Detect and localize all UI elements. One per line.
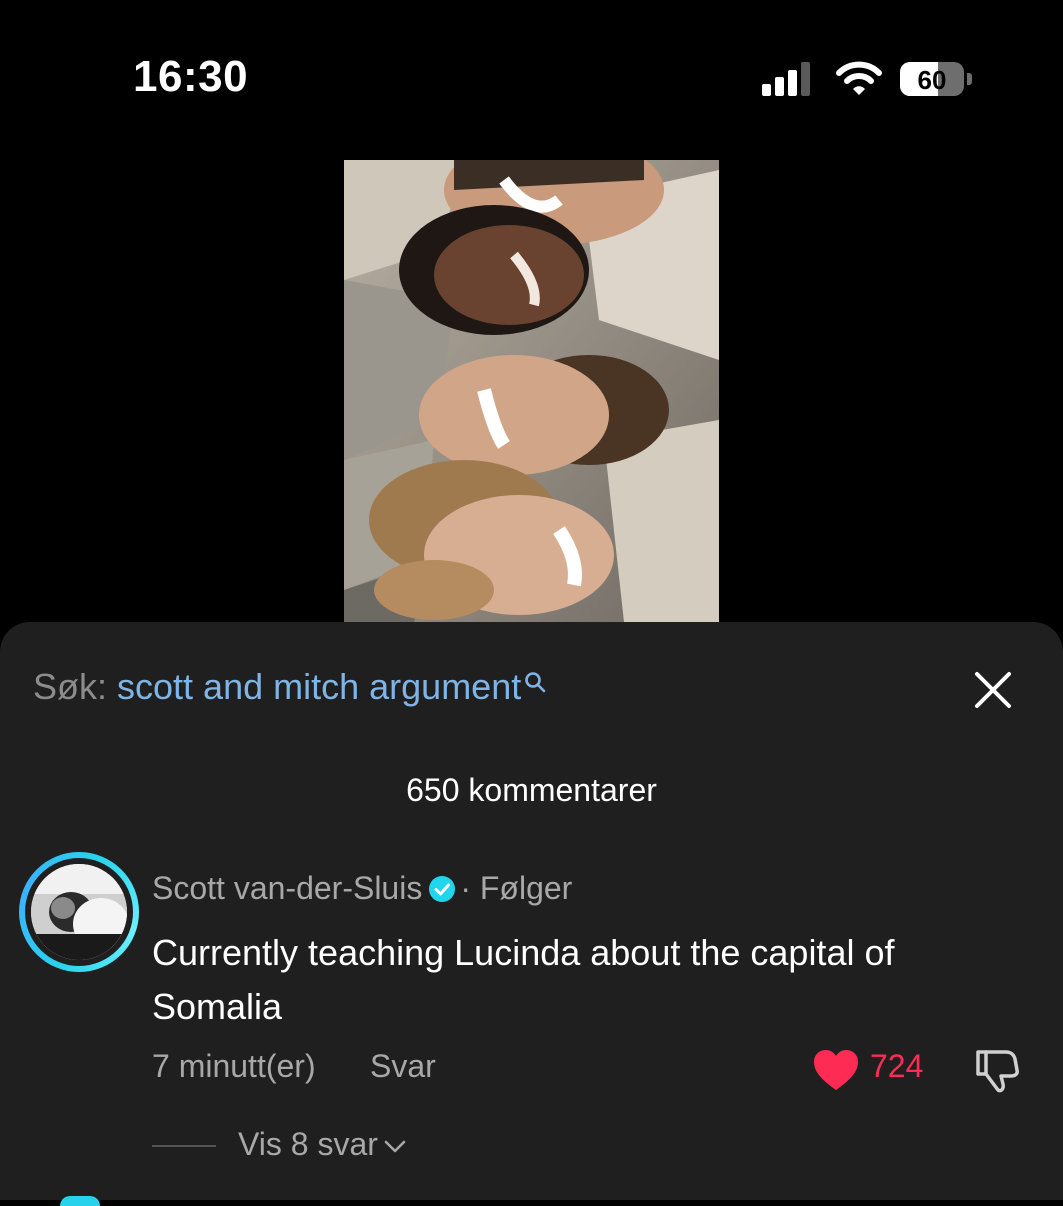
replies-divider <box>152 1145 216 1147</box>
view-replies-label: Vis 8 svar <box>238 1126 378 1162</box>
search-query-link[interactable]: scott and mitch argument <box>117 666 521 707</box>
battery-indicator: 60 <box>900 60 976 98</box>
dislike-icon[interactable] <box>972 1048 1020 1094</box>
avatar-story-ring[interactable] <box>19 852 139 972</box>
heart-icon[interactable] <box>812 1048 860 1092</box>
battery-percentage: 60 <box>917 65 947 95</box>
cellular-signal-icon <box>762 62 810 96</box>
next-comment-avatar <box>60 1196 100 1206</box>
search-icon <box>525 672 546 693</box>
chevron-down-icon <box>384 1140 406 1152</box>
status-time: 16:30 <box>133 52 249 101</box>
status-bar: 16:30 60 <box>0 0 1063 140</box>
comment-author[interactable]: Scott van-der-Sluis <box>152 870 422 906</box>
comment-timestamp: 7 minutt(er) <box>152 1048 316 1084</box>
search-prefix: Søk: <box>33 666 108 707</box>
close-icon[interactable] <box>973 670 1013 710</box>
search-suggestion[interactable]: Søk: scott and mitch argument <box>33 666 547 708</box>
separator-dot: · <box>460 870 471 906</box>
video-thumbnail[interactable] <box>344 160 719 622</box>
comments-sheet: Søk: scott and mitch argument 650 kommen… <box>0 622 1063 1200</box>
verified-badge-icon <box>429 875 456 902</box>
wifi-icon <box>836 61 882 95</box>
comment-count: 650 kommentarer <box>406 772 657 808</box>
avatar[interactable] <box>31 864 127 960</box>
comment-text: Currently teaching Lucinda about the cap… <box>152 932 895 1027</box>
reply-button[interactable]: Svar <box>370 1048 436 1085</box>
group-selfie-photo <box>344 160 719 622</box>
comment-author-row: Scott van-der-Sluis · Følger <box>152 870 572 907</box>
follow-status: Følger <box>479 870 573 906</box>
like-count: 724 <box>870 1048 924 1084</box>
